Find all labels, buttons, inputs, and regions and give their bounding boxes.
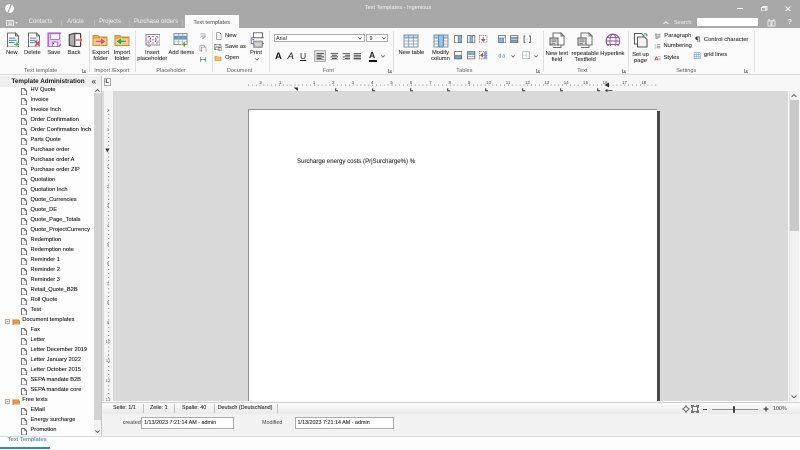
svg-text:d: d [498, 54, 501, 60]
svg-text:A: A [654, 57, 658, 62]
svg-text:a: a [502, 54, 505, 60]
